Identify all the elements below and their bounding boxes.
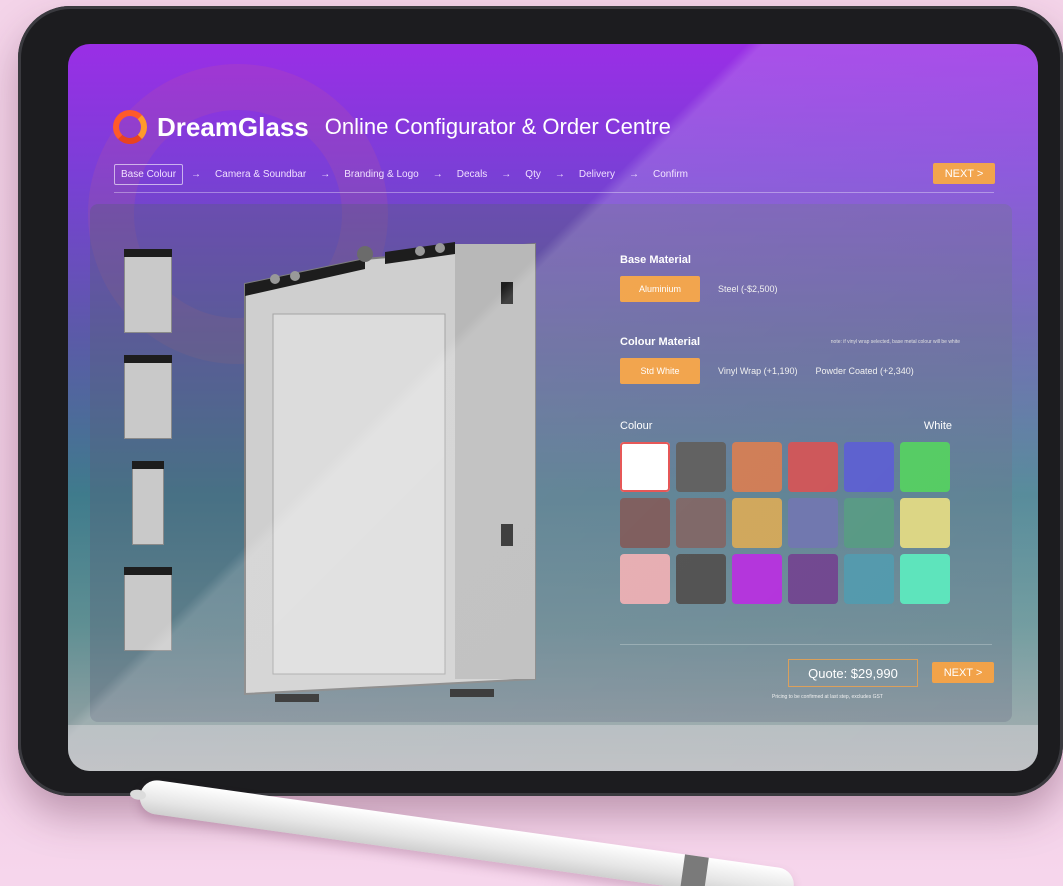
next-button-top[interactable]: NEXT > — [933, 163, 995, 184]
powder-coated-option[interactable]: Powder Coated (+2,340) — [815, 366, 913, 376]
colour-swatch[interactable] — [788, 442, 838, 492]
view-thumbnails — [118, 249, 178, 655]
tablet-frame: DreamGlass Online Configurator & Order C… — [18, 6, 1063, 796]
arrow-icon: → — [191, 169, 202, 180]
colour-swatch[interactable] — [844, 442, 894, 492]
pricing-note: Pricing to be confirmed at last step, ex… — [772, 694, 883, 700]
step-qty[interactable]: Qty — [519, 165, 547, 184]
next-button-bottom[interactable]: NEXT > — [932, 662, 994, 683]
configurator-panel: Base Material Aluminium Steel (-$2,500) … — [90, 204, 1012, 722]
colour-swatch[interactable] — [788, 554, 838, 604]
steel-option[interactable]: Steel (-$2,500) — [718, 284, 778, 294]
thumbnail-view-side[interactable] — [118, 461, 178, 549]
colour-swatch[interactable] — [900, 442, 950, 492]
colour-swatch[interactable] — [676, 554, 726, 604]
step-breadcrumb: Base Colour → Camera & Soundbar → Brandi… — [114, 164, 694, 185]
thumbnail-view-front[interactable] — [118, 355, 178, 443]
brand-name: DreamGlass — [157, 111, 309, 142]
aluminium-option-button[interactable]: Aluminium — [620, 276, 700, 302]
colour-swatch[interactable] — [844, 498, 894, 548]
colour-swatch[interactable] — [788, 498, 838, 548]
arrow-icon: → — [320, 169, 331, 180]
colour-swatch[interactable] — [732, 554, 782, 604]
arrow-icon: → — [554, 169, 565, 180]
step-camera-soundbar[interactable]: Camera & Soundbar — [209, 165, 312, 184]
step-branding-logo[interactable]: Branding & Logo — [338, 165, 425, 184]
thumbnail-view-front-angle[interactable] — [118, 249, 178, 337]
page-title: Online Configurator & Order Centre — [324, 114, 671, 139]
step-delivery[interactable]: Delivery — [573, 165, 621, 184]
vinyl-wrap-option[interactable]: Vinyl Wrap (+1,190) — [718, 366, 797, 376]
colour-swatch[interactable] — [844, 554, 894, 604]
colour-swatch[interactable] — [620, 442, 670, 492]
step-base-colour[interactable]: Base Colour — [114, 164, 184, 185]
step-confirm[interactable]: Confirm — [647, 165, 694, 184]
colour-material-label: Colour Material — [620, 336, 701, 348]
colour-swatch[interactable] — [900, 554, 950, 604]
screen: DreamGlass Online Configurator & Order C… — [68, 44, 1038, 771]
colour-label: Colour — [620, 420, 653, 432]
product-render-image — [244, 242, 536, 702]
arrow-icon: → — [432, 169, 443, 180]
colour-swatch[interactable] — [900, 498, 950, 548]
step-decals[interactable]: Decals — [451, 165, 494, 184]
logo-icon — [113, 110, 147, 144]
quote-total: Quote: $29,990 — [788, 659, 918, 687]
options-panel: Base Material Aluminium Steel (-$2,500) … — [620, 254, 960, 604]
colour-swatch[interactable] — [620, 554, 670, 604]
colour-swatch[interactable] — [732, 442, 782, 492]
std-white-option-button[interactable]: Std White — [620, 358, 700, 384]
stylus-tip — [129, 788, 147, 801]
colour-swatch[interactable] — [676, 498, 726, 548]
divider — [114, 192, 994, 193]
thumbnail-view-back-angle[interactable] — [118, 567, 178, 655]
arrow-icon: → — [628, 169, 639, 180]
base-material-label: Base Material — [620, 254, 691, 266]
vinyl-note: note: if vinyl wrap selected, base metal… — [830, 339, 960, 345]
brand-header: DreamGlass Online Configurator & Order C… — [113, 110, 671, 144]
selected-colour-name: White — [923, 420, 952, 432]
divider — [620, 644, 992, 645]
arrow-icon: → — [501, 169, 512, 180]
colour-swatch-grid — [620, 442, 960, 604]
screen-bottom-area — [68, 725, 1038, 771]
colour-swatch[interactable] — [732, 498, 782, 548]
colour-swatch[interactable] — [676, 442, 726, 492]
stylus-band — [680, 854, 709, 886]
colour-swatch[interactable] — [620, 498, 670, 548]
